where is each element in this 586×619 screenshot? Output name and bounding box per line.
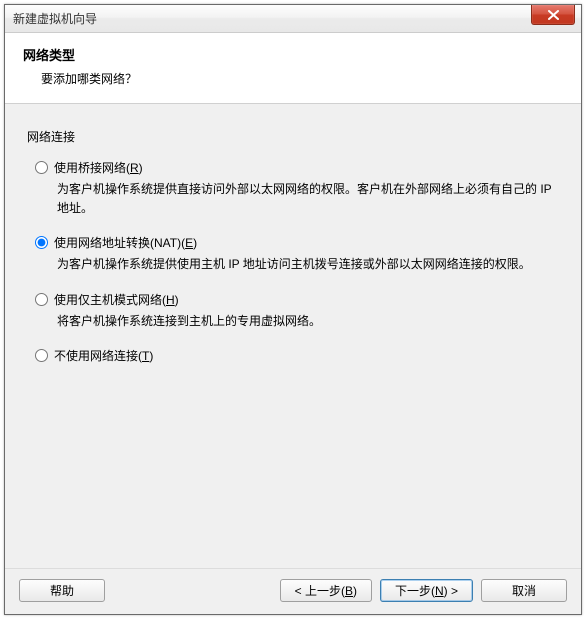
option-bridged-desc: 为客户机操作系统提供直接访问外部以太网网络的权限。客户机在外部网络上必须有自己的… (35, 180, 559, 218)
page-subtitle: 要添加哪类网络？ (23, 70, 563, 87)
option-none-row[interactable]: 不使用网络连接(T) (35, 347, 559, 364)
next-button[interactable]: 下一步(N) > (380, 579, 473, 602)
window-title: 新建虚拟机向导 (13, 10, 97, 27)
header-panel: 网络类型 要添加哪类网络？ (5, 33, 581, 104)
option-bridged: 使用桥接网络(R) 为客户机操作系统提供直接访问外部以太网网络的权限。客户机在外… (27, 159, 559, 218)
button-bar: 帮助 < 上一步(B) 下一步(N) > 取消 (5, 568, 581, 614)
option-hostonly: 使用仅主机模式网络(H) 将客户机操作系统连接到主机上的专用虚拟网络。 (27, 291, 559, 331)
help-button[interactable]: 帮助 (19, 579, 105, 602)
option-hostonly-desc: 将客户机操作系统连接到主机上的专用虚拟网络。 (35, 312, 559, 331)
option-none-label: 不使用网络连接(T) (54, 347, 153, 364)
option-hostonly-label: 使用仅主机模式网络(H) (54, 291, 179, 308)
radio-bridged[interactable] (35, 161, 48, 174)
option-nat-desc: 为客户机操作系统提供使用主机 IP 地址访问主机拨号连接或外部以太网网络连接的权… (35, 255, 559, 274)
option-nat: 使用网络地址转换(NAT)(E) 为客户机操作系统提供使用主机 IP 地址访问主… (27, 234, 559, 274)
close-icon (548, 10, 559, 20)
back-button[interactable]: < 上一步(B) (280, 579, 372, 602)
group-label-network: 网络连接 (27, 128, 559, 145)
option-nat-row[interactable]: 使用网络地址转换(NAT)(E) (35, 234, 559, 251)
close-button[interactable] (531, 5, 575, 25)
body-panel: 网络连接 使用桥接网络(R) 为客户机操作系统提供直接访问外部以太网网络的权限。… (5, 104, 581, 364)
option-hostonly-row[interactable]: 使用仅主机模式网络(H) (35, 291, 559, 308)
cancel-button[interactable]: 取消 (481, 579, 567, 602)
radio-none[interactable] (35, 349, 48, 362)
page-title: 网络类型 (23, 45, 563, 64)
option-bridged-label: 使用桥接网络(R) (54, 159, 143, 176)
option-none: 不使用网络连接(T) (27, 347, 559, 364)
wizard-window: 新建虚拟机向导 网络类型 要添加哪类网络？ 网络连接 使用桥接网络(R) 为客户… (4, 4, 582, 615)
title-bar: 新建虚拟机向导 (5, 5, 581, 33)
radio-nat[interactable] (35, 236, 48, 249)
option-bridged-row[interactable]: 使用桥接网络(R) (35, 159, 559, 176)
option-nat-label: 使用网络地址转换(NAT)(E) (54, 234, 197, 251)
radio-hostonly[interactable] (35, 293, 48, 306)
